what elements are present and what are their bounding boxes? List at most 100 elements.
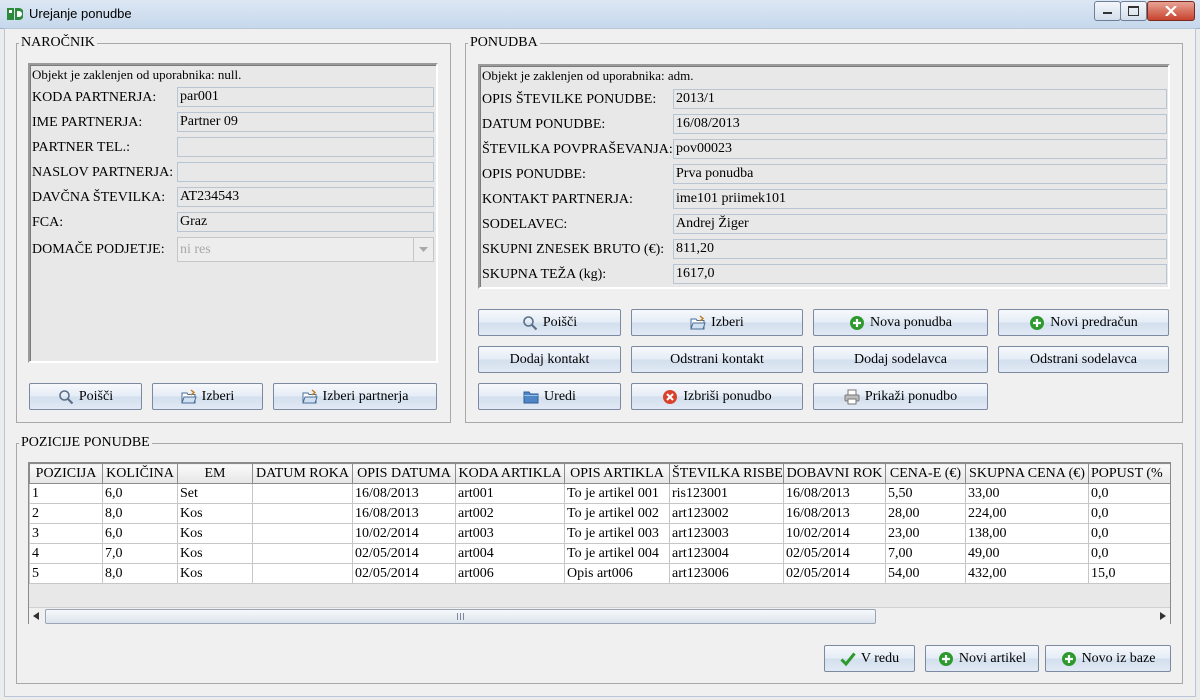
- table-cell: art002: [455, 503, 565, 524]
- fca-label: FCA:: [32, 215, 64, 230]
- novo-iz-baze-label: Novo iz baze: [1081, 650, 1156, 666]
- partner-tel-field[interactable]: [177, 137, 434, 157]
- opis-stevilke-ponudbe-field[interactable]: 2013/1: [673, 89, 1167, 109]
- uredi-label: Uredi: [544, 388, 576, 404]
- table-cell: 16/08/2013: [783, 503, 886, 524]
- naslov-partnerja-field[interactable]: [177, 162, 434, 182]
- table-row[interactable]: 2 8,0 Kos 16/08/2013 art002 To je artikel 002…: [29, 503, 1170, 524]
- maximize-button[interactable]: [1120, 1, 1147, 21]
- narocnik-poisci-label: Poišči: [78, 388, 114, 404]
- datum-ponudbe-label: DATUM PONUDBE:: [482, 117, 606, 132]
- table-cell: ris123001: [669, 483, 784, 504]
- opis-stevilke-ponudbe-label: OPIS ŠTEVILKE PONUDBE:: [482, 92, 657, 107]
- skupni-znesek-field[interactable]: 811,20: [673, 239, 1167, 259]
- table-horizontal-scrollbar[interactable]: [29, 607, 1170, 624]
- table-cell: 6,0: [102, 523, 178, 544]
- dodaj-kontakt-button[interactable]: Dodaj kontakt: [478, 346, 621, 373]
- table-row[interactable]: 3 6,0 Kos 10/02/2014 art003 To je artikel 003…: [29, 523, 1170, 544]
- scroll-thumb[interactable]: [45, 609, 876, 624]
- scroll-right-arrow-icon[interactable]: [1155, 608, 1170, 624]
- column-header[interactable]: EM: [177, 463, 253, 484]
- dropdown-arrow-icon: [413, 238, 433, 261]
- ponudba-izberi-button[interactable]: Izberi: [631, 309, 803, 336]
- table-cell: art123004: [669, 543, 784, 564]
- odstrani-sodelavca-label: Odstrani sodelavca: [1030, 351, 1137, 367]
- table-cell: 16/08/2013: [352, 503, 456, 524]
- table-cell: 0,0: [1088, 503, 1170, 524]
- column-header[interactable]: KODA ARTIKLA: [455, 463, 565, 484]
- column-header[interactable]: DATUM ROKA: [252, 463, 353, 484]
- nova-ponudba-button[interactable]: Nova ponudba: [813, 309, 988, 336]
- ime-partnerja-field[interactable]: Partner 09: [177, 112, 434, 132]
- datum-ponudbe-field[interactable]: 16/08/2013: [673, 114, 1167, 134]
- minimize-button[interactable]: [1094, 1, 1121, 21]
- kontakt-partnerja-field[interactable]: ime101 priimek101: [673, 189, 1167, 209]
- table-row[interactable]: 5 8,0 Kos 02/05/2014 art006 Opis art006 art123…: [29, 563, 1170, 584]
- table-cell: 02/05/2014: [783, 543, 886, 564]
- column-header[interactable]: POPUST (%: [1088, 463, 1170, 484]
- table-cell: 28,00: [885, 503, 966, 524]
- skupna-teza-field[interactable]: 1617,0: [673, 264, 1167, 284]
- novi-predracun-button[interactable]: Novi predračun: [998, 309, 1169, 336]
- column-header[interactable]: SKUPNA CENA (€): [965, 463, 1089, 484]
- prikazi-ponudbo-label: Prikaži ponudbo: [864, 388, 958, 404]
- table-cell: 02/05/2014: [352, 563, 456, 584]
- table-cell: 3: [29, 523, 103, 544]
- folder-open-icon: [690, 314, 706, 329]
- uredi-button[interactable]: Uredi: [478, 383, 621, 410]
- pozicije-table-container: POZICIJA KOLIČINA EM DATUM ROKA OPIS DAT…: [28, 462, 1171, 624]
- stevilka-povprasevanja-field[interactable]: pov00023: [673, 139, 1167, 159]
- nova-ponudba-label: Nova ponudba: [869, 314, 953, 330]
- novo-iz-baze-button[interactable]: Novo iz baze: [1045, 645, 1171, 672]
- table-cell: 8,0: [102, 563, 178, 584]
- narocnik-izberi-button[interactable]: Izberi: [152, 383, 263, 410]
- table-cell: 49,00: [965, 543, 1089, 564]
- novi-artikel-button[interactable]: Novi artikel: [925, 645, 1039, 672]
- prikazi-ponudbo-button[interactable]: Prikaži ponudbo: [813, 383, 988, 410]
- table-cell: To je artikel 001: [564, 483, 670, 504]
- domace-podjetje-select[interactable]: ni res: [177, 237, 434, 262]
- opis-ponudbe-field[interactable]: Prva ponudba: [673, 164, 1167, 184]
- davcna-stevilka-field[interactable]: AT234543: [177, 187, 434, 207]
- odstrani-sodelavca-button[interactable]: Odstrani sodelavca: [998, 346, 1169, 373]
- table-cell: [252, 563, 353, 584]
- table-cell: Opis art006: [564, 563, 670, 584]
- table-cell: 5,50: [885, 483, 966, 504]
- column-header[interactable]: DOBAVNI ROK: [783, 463, 886, 484]
- ponudba-izberi-label: Izberi: [711, 314, 744, 330]
- column-header[interactable]: OPIS ARTIKLA: [564, 463, 670, 484]
- column-header[interactable]: KOLIČINA: [102, 463, 178, 484]
- table-cell: 16/08/2013: [352, 483, 456, 504]
- v-redu-button[interactable]: V redu: [824, 645, 915, 672]
- ponudba-poisci-button[interactable]: Poišči: [478, 309, 621, 336]
- close-button[interactable]: [1147, 1, 1195, 21]
- scroll-left-arrow-icon[interactable]: [29, 608, 44, 624]
- search-icon: [59, 389, 74, 404]
- pozicije-table[interactable]: POZICIJA KOLIČINA EM DATUM ROKA OPIS DAT…: [29, 463, 1170, 584]
- table-cell: 5: [29, 563, 103, 584]
- table-cell: art123003: [669, 523, 784, 544]
- table-cell: [252, 523, 353, 544]
- search-icon: [523, 315, 538, 330]
- odstrani-kontakt-label: Odstrani kontakt: [670, 351, 764, 367]
- dodaj-sodelavca-button[interactable]: Dodaj sodelavca: [813, 346, 988, 373]
- fca-field[interactable]: Graz: [177, 212, 434, 232]
- column-header[interactable]: OPIS DATUMA: [352, 463, 456, 484]
- table-row[interactable]: 4 7,0 Kos 02/05/2014 art004 To je artikel 004…: [29, 543, 1170, 564]
- koda-partnerja-field[interactable]: par001: [177, 87, 434, 107]
- izbrisi-ponudbo-button[interactable]: Izbriši ponudbo: [631, 383, 803, 410]
- narocnik-izberi-label: Izberi: [201, 388, 235, 404]
- sodelavec-field[interactable]: Andrej Žiger: [673, 214, 1167, 234]
- folder-open-icon: [180, 388, 197, 403]
- izberi-partnerja-button[interactable]: Izberi partnerja: [273, 383, 437, 410]
- table-cell: Set: [177, 483, 253, 504]
- column-header[interactable]: ŠTEVILKA RISBE: [669, 463, 784, 484]
- odstrani-kontakt-button[interactable]: Odstrani kontakt: [631, 346, 803, 373]
- table-cell: 33,00: [965, 483, 1089, 504]
- column-header[interactable]: POZICIJA: [29, 463, 103, 484]
- table-row[interactable]: 1 6,0 Set 16/08/2013 art001 To je artikel 001…: [29, 483, 1170, 504]
- pozicije-legend: POZICIJE PONUDBE: [21, 435, 150, 450]
- column-header[interactable]: CENA-E (€): [885, 463, 966, 484]
- narocnik-poisci-button[interactable]: Poišči: [29, 383, 142, 410]
- table-cell: 10/02/2014: [352, 523, 456, 544]
